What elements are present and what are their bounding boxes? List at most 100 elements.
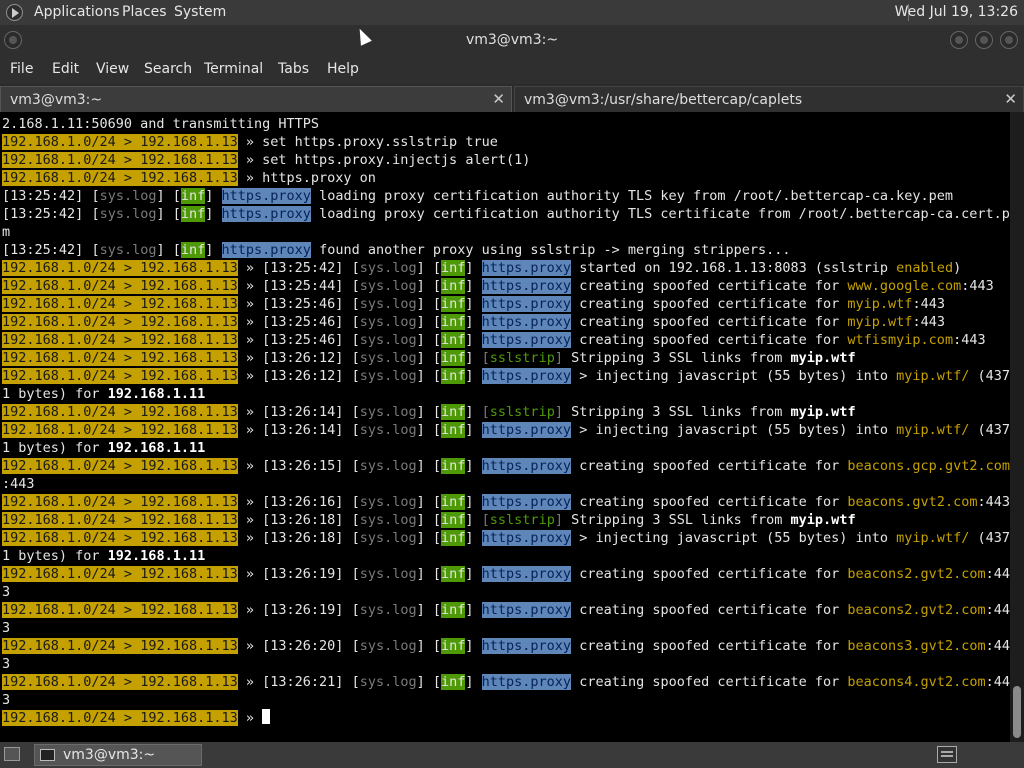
- show-desktop-icon[interactable]: [4, 747, 20, 761]
- punct: ]: [335, 260, 352, 276]
- punct: ] [: [416, 260, 441, 276]
- prompt-ip: 192.168.1.13: [140, 368, 238, 384]
- terminal-line: 192.168.1.0/24 > 192.168.1.13 » [13:26:1…: [2, 457, 1010, 475]
- host: wtfismyip.com: [847, 332, 954, 348]
- log-module: https.proxy: [481, 278, 572, 294]
- log-source: sys.log: [359, 296, 417, 312]
- host-port: :443: [912, 314, 945, 330]
- maximize-button[interactable]: [975, 31, 993, 49]
- log-level: inf: [441, 530, 466, 546]
- prompt-arrow: »: [237, 134, 263, 150]
- menu-terminal[interactable]: Terminal: [204, 61, 263, 77]
- tab-close-icon[interactable]: ✕: [492, 90, 505, 108]
- prompt-separator: >: [115, 278, 141, 294]
- prompt-arrow: »: [237, 458, 263, 474]
- menu-places[interactable]: Places: [122, 4, 167, 20]
- punct: [: [351, 314, 360, 330]
- tab-home[interactable]: vm3@vm3:~ ✕: [0, 86, 512, 112]
- log-level: inf: [441, 314, 466, 330]
- log-source: sys.log: [359, 602, 417, 618]
- prompt-arrow: »: [237, 530, 263, 546]
- host-port: :44: [985, 602, 1010, 618]
- punct: ]: [335, 458, 352, 474]
- log-level: inf: [441, 368, 466, 384]
- close-button[interactable]: [1000, 31, 1018, 49]
- prompt-separator: >: [115, 602, 141, 618]
- window-titlebar[interactable]: vm3@vm3:~: [0, 25, 1024, 55]
- punct: ]: [205, 188, 222, 204]
- punct: [: [351, 368, 360, 384]
- log-message: creating spoofed certificate for: [571, 674, 848, 690]
- log-source: sys.log: [359, 350, 417, 366]
- terminal-line: [13:25:42] [sys.log] [inf] https.proxy l…: [2, 205, 1018, 223]
- punct: ]: [465, 638, 482, 654]
- prompt-separator: >: [115, 134, 141, 150]
- punct: ]: [554, 404, 563, 420]
- prompt-ip: 192.168.1.13: [140, 422, 238, 438]
- minimize-button[interactable]: [950, 31, 968, 49]
- punct: ] [: [416, 296, 441, 312]
- command-input-line[interactable]: 192.168.1.0/24 > 192.168.1.13 »: [2, 709, 271, 727]
- text-cursor: [262, 709, 271, 724]
- workspace-switcher-icon[interactable]: [937, 746, 957, 763]
- prompt-separator: >: [115, 458, 141, 474]
- prompt-separator: >: [115, 296, 141, 312]
- menu-search[interactable]: Search: [144, 61, 192, 77]
- punct: [: [2, 242, 11, 258]
- punct: ]: [335, 404, 352, 420]
- clock[interactable]: Wed Jul 19, 13:26: [895, 4, 1018, 20]
- punct: [: [351, 638, 360, 654]
- host-port: :443: [912, 296, 945, 312]
- menu-edit[interactable]: Edit: [52, 61, 79, 77]
- prompt-arrow: »: [237, 260, 263, 276]
- terminal-scrollbar[interactable]: [1010, 112, 1024, 742]
- log-module: https.proxy: [481, 296, 572, 312]
- prompt-separator: >: [115, 530, 141, 546]
- prompt-ip: 192.168.1.13: [140, 494, 238, 510]
- prompt-network: 192.168.1.0/24: [2, 404, 116, 420]
- tab-caplets[interactable]: vm3@vm3:/usr/share/bettercap/caplets ✕: [514, 86, 1024, 112]
- log-time: 13:25:44: [270, 278, 336, 294]
- distro-logo-icon[interactable]: [6, 4, 23, 21]
- punct: ]: [465, 566, 482, 582]
- log-message: Stripping 3 SSL links from: [562, 404, 791, 420]
- menu-applications[interactable]: Applications: [34, 4, 120, 20]
- punct: ] [: [416, 602, 441, 618]
- prompt-network: 192.168.1.0/24: [2, 314, 116, 330]
- log-time: 13:25:46: [270, 332, 336, 348]
- prompt-separator: >: [115, 674, 141, 690]
- log-source: sys.log: [359, 404, 417, 420]
- prompt-ip: 192.168.1.13: [140, 638, 238, 654]
- line-text: m: [2, 224, 11, 240]
- punct: ]: [465, 260, 482, 276]
- taskbar-window-button[interactable]: vm3@vm3:~: [34, 744, 202, 766]
- prompt-ip: 192.168.1.13: [140, 530, 238, 546]
- menu-view[interactable]: View: [96, 61, 129, 77]
- menu-tabs[interactable]: Tabs: [278, 61, 309, 77]
- prompt-arrow: »: [237, 710, 263, 726]
- menu-help[interactable]: Help: [327, 61, 359, 77]
- scrollbar-thumb[interactable]: [1013, 686, 1021, 738]
- log-time: 13:26:21: [270, 674, 336, 690]
- tab-label: vm3@vm3:~: [10, 92, 103, 108]
- log-time: 13:26:18: [270, 530, 336, 546]
- terminal-line: m: [2, 223, 10, 241]
- log-level: inf: [441, 458, 466, 474]
- prompt-badge: 192.168.1.0/24 > 192.168.1.13: [2, 530, 238, 546]
- terminal-output[interactable]: 2.168.1.11:50690 and transmitting HTTPS 1…: [0, 112, 1018, 742]
- terminal-line: 192.168.1.0/24 > 192.168.1.13 » [13:25:4…: [2, 313, 945, 331]
- punct: ]: [465, 404, 482, 420]
- prompt-separator: >: [115, 494, 141, 510]
- host: beacons.gcp.gvt2.com: [847, 458, 1010, 474]
- menu-file[interactable]: File: [10, 61, 33, 77]
- punct: [: [351, 422, 360, 438]
- prompt-badge: 192.168.1.0/24 > 192.168.1.13: [2, 422, 238, 438]
- menu-system[interactable]: System: [174, 4, 226, 20]
- log-message: > injecting javascript (55 bytes) into: [571, 530, 897, 546]
- tab-close-icon[interactable]: ✕: [1004, 90, 1017, 108]
- log-level: inf: [180, 242, 206, 258]
- log-message-tail: ): [953, 260, 962, 276]
- punct: ] [: [416, 458, 441, 474]
- punct: [: [351, 566, 360, 582]
- prompt-ip: 192.168.1.13: [140, 602, 238, 618]
